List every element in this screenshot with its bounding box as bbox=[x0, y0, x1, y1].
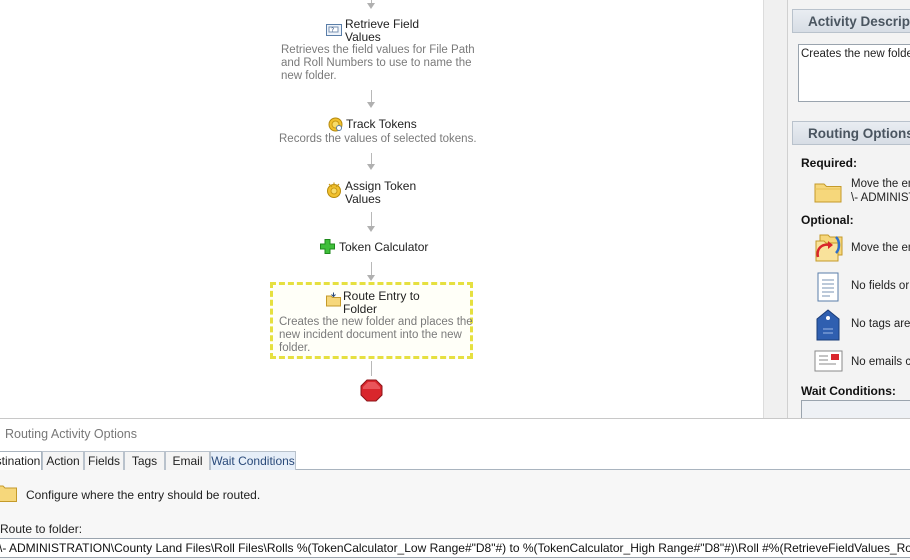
activity-description-line: Records the values of selected tokens. bbox=[279, 133, 477, 145]
properties-panel: Activity Descript Creates the new folder… bbox=[787, 0, 910, 418]
activity-description-header[interactable]: Activity Descript bbox=[792, 9, 910, 33]
canvas-scrollbar[interactable] bbox=[763, 0, 787, 418]
tag-icon bbox=[816, 309, 840, 341]
assign-token-icon bbox=[327, 182, 341, 198]
workflow-designer: ? Retrieve Field Values Retrieves the fi… bbox=[0, 0, 910, 560]
tab-action[interactable]: Action bbox=[42, 451, 84, 470]
activity-description-line: and Roll Numbers to use to name the bbox=[281, 57, 472, 69]
track-tokens-icon bbox=[328, 117, 343, 132]
tab-wait-conditions[interactable]: Wait Conditions bbox=[210, 451, 296, 470]
activity-title: Track Tokens bbox=[346, 117, 417, 131]
folder-icon bbox=[814, 183, 842, 203]
activity-description-field[interactable]: Creates the new folder a bbox=[798, 44, 910, 102]
configure-description: Configure where the entry should be rout… bbox=[26, 488, 261, 502]
wait-conditions-box[interactable] bbox=[801, 400, 910, 418]
required-move-text-line1[interactable]: Move the ent bbox=[851, 178, 910, 191]
plus-icon bbox=[320, 239, 335, 254]
options-tab-strip: stination Action Fields Tags Email Wait … bbox=[0, 451, 910, 471]
destination-tab-content: Configure where the entry should be rout… bbox=[0, 470, 910, 560]
route-to-folder-input[interactable]: \- ADMINISTRATION\County Land Files\Roll… bbox=[0, 538, 910, 558]
tab-email[interactable]: Email bbox=[165, 451, 210, 470]
routing-activity-options-panel: Routing Activity Options stination Actio… bbox=[0, 418, 910, 560]
connector-arrow bbox=[367, 164, 375, 170]
connector-arrow bbox=[367, 275, 375, 281]
connector-line bbox=[371, 361, 372, 376]
activity-description-line: Creates the new folder and places the bbox=[279, 316, 473, 328]
optional-move-text[interactable]: Move the en bbox=[851, 242, 910, 255]
wait-conditions-label: Wait Conditions: bbox=[801, 384, 896, 398]
activity-description-line: new incident document into the new bbox=[279, 329, 462, 341]
optional-tags-text[interactable]: No tags are a bbox=[851, 318, 910, 331]
optional-emails-text[interactable]: No emails co bbox=[851, 356, 910, 369]
move-folders-icon bbox=[815, 234, 843, 262]
svg-text:?: ? bbox=[331, 27, 334, 34]
retrieve-field-icon: ? bbox=[326, 24, 342, 36]
connector-arrow bbox=[367, 102, 375, 108]
route-to-folder-label: Route to folder: bbox=[0, 522, 83, 536]
tab-tags[interactable]: Tags bbox=[124, 451, 165, 470]
activity-title: Token Calculator bbox=[339, 240, 429, 254]
activity-description-line: folder. bbox=[279, 342, 311, 354]
activity-title-line2: Values bbox=[345, 192, 381, 206]
panel-title: Routing Activity Options bbox=[5, 427, 138, 441]
activity-title-line2: Folder bbox=[343, 302, 378, 316]
workflow-canvas[interactable]: ? Retrieve Field Values Retrieves the fi… bbox=[0, 0, 763, 418]
activity-description-line: Retrieves the field values for File Path bbox=[281, 44, 475, 56]
document-icon bbox=[817, 272, 839, 302]
required-label: Required: bbox=[801, 156, 858, 170]
tab-destination[interactable]: stination bbox=[0, 451, 42, 471]
connector-arrow bbox=[367, 3, 375, 9]
route-folder-icon bbox=[326, 292, 341, 307]
routing-options-header[interactable]: Routing Options bbox=[792, 121, 910, 145]
activity-title-line2: Values bbox=[345, 30, 381, 44]
optional-label: Optional: bbox=[801, 213, 854, 227]
activity-description-line: new folder. bbox=[281, 70, 337, 82]
stop-icon[interactable] bbox=[360, 379, 383, 402]
email-icon bbox=[814, 350, 843, 372]
optional-fields-text[interactable]: No fields or t bbox=[851, 280, 910, 293]
folder-icon bbox=[0, 485, 17, 502]
connector-arrow bbox=[367, 226, 375, 232]
tab-fields[interactable]: Fields bbox=[84, 451, 124, 470]
required-move-text-line2[interactable]: \- ADMINIST bbox=[851, 192, 910, 205]
